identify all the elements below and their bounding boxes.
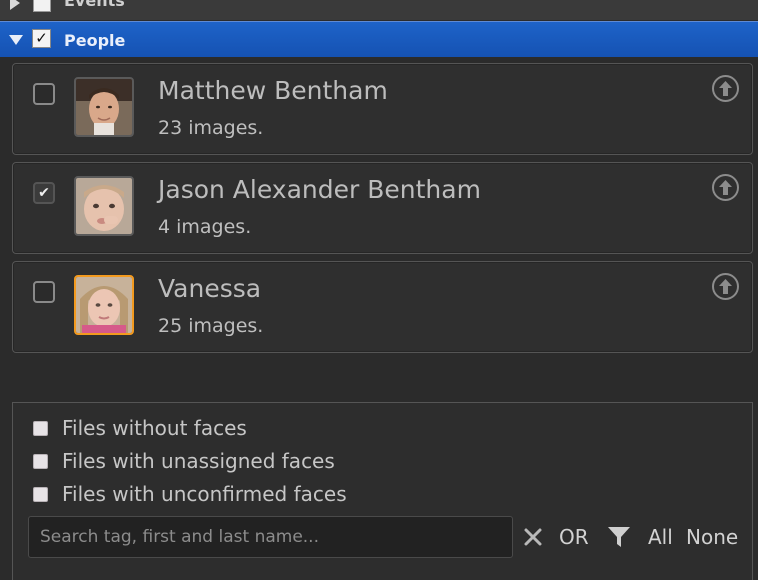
avatar: [74, 176, 134, 236]
filter-without-faces[interactable]: Files without faces: [33, 415, 247, 441]
avatar: [74, 77, 134, 137]
filter-unassigned-faces[interactable]: Files with unassigned faces: [33, 448, 335, 474]
person-checkbox[interactable]: [33, 83, 55, 105]
expand-triangle-icon[interactable]: [10, 0, 20, 10]
filter-funnel-icon[interactable]: [607, 525, 631, 549]
events-checkbox[interactable]: [33, 0, 51, 12]
search-input[interactable]: [28, 516, 513, 558]
collapse-triangle-icon[interactable]: [9, 35, 23, 45]
people-label: People: [64, 31, 126, 50]
avatar: [74, 275, 134, 335]
arrow-up-circle-icon[interactable]: [712, 174, 739, 201]
people-checkbox[interactable]: ✓: [32, 29, 51, 48]
person-card[interactable]: Matthew Bentham 23 images.: [12, 63, 753, 155]
or-toggle[interactable]: OR: [559, 525, 589, 549]
face-filter-panel: Files without faces Files with unassigne…: [12, 402, 753, 580]
events-label: Events: [64, 0, 125, 10]
select-none-link[interactable]: None: [686, 525, 738, 549]
filter-checkbox[interactable]: [33, 420, 48, 436]
tree-row-events[interactable]: Events: [0, 0, 758, 20]
person-name: Jason Alexander Bentham: [158, 175, 481, 204]
person-checkbox[interactable]: ✔: [33, 182, 55, 204]
filter-label: Files with unassigned faces: [62, 449, 335, 473]
person-name: Matthew Bentham: [158, 76, 388, 105]
person-checkbox[interactable]: [33, 281, 55, 303]
person-image-count: 23 images.: [158, 117, 264, 139]
filter-checkbox[interactable]: [33, 486, 48, 502]
filter-label: Files without faces: [62, 416, 247, 440]
filter-unconfirmed-faces[interactable]: Files with unconfirmed faces: [33, 481, 347, 507]
person-card[interactable]: ✔ Jason Alexander Bentham 4 images.: [12, 162, 753, 254]
filter-checkbox[interactable]: [33, 453, 48, 469]
person-name: Vanessa: [158, 274, 262, 303]
arrow-up-circle-icon[interactable]: [712, 75, 739, 102]
close-icon[interactable]: [523, 527, 543, 547]
tree-row-people[interactable]: ✓ People: [0, 21, 758, 57]
person-card[interactable]: Vanessa 25 images.: [12, 261, 753, 353]
arrow-up-circle-icon[interactable]: [712, 273, 739, 300]
person-image-count: 4 images.: [158, 216, 252, 238]
filter-label: Files with unconfirmed faces: [62, 482, 347, 506]
select-all-link[interactable]: All: [648, 525, 673, 549]
person-image-count: 25 images.: [158, 315, 264, 337]
